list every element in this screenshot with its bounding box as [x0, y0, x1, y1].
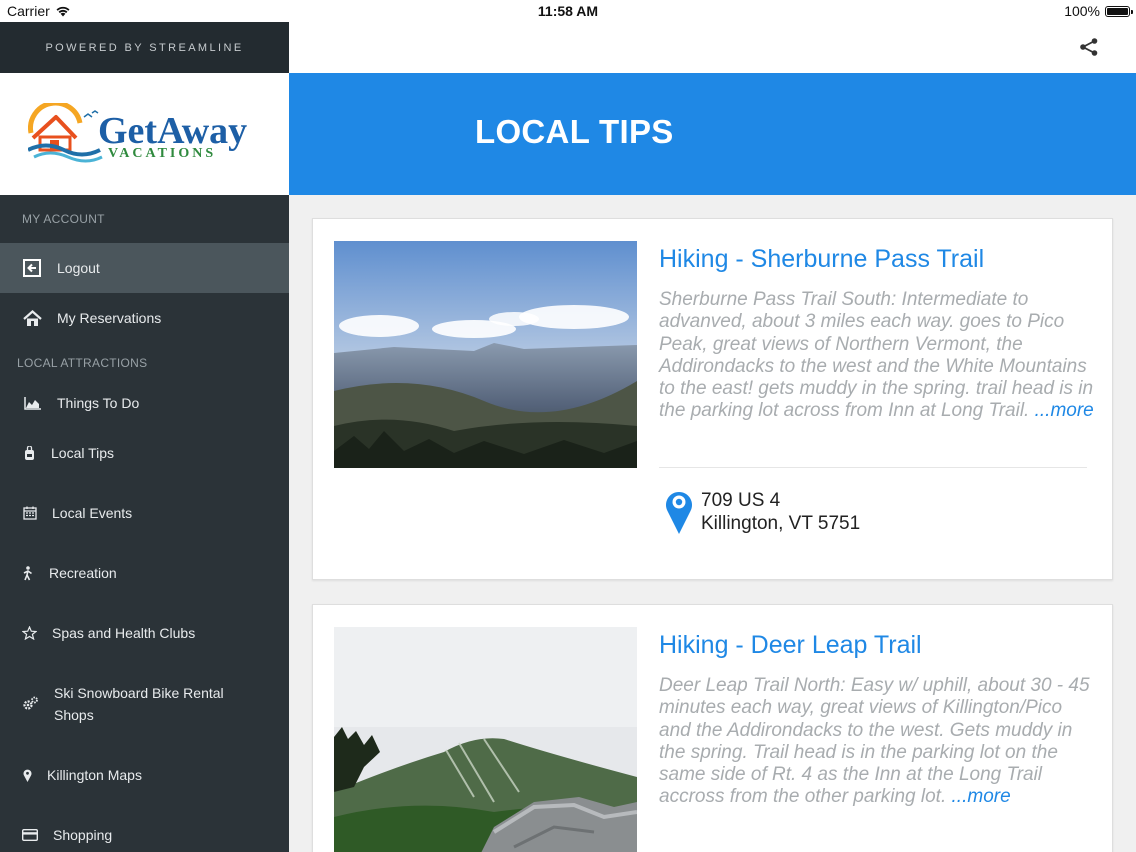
tip-card[interactable]: Hiking - Sherburne Pass Trail Sherburne …: [312, 218, 1113, 580]
share-button[interactable]: [1079, 37, 1099, 62]
page-header: LOCAL TIPS: [289, 73, 1136, 195]
logout-icon: [22, 258, 42, 278]
sidebar-item-label: Spas and Health Clubs: [52, 625, 196, 641]
battery-indicator: 100%: [1064, 3, 1133, 19]
sidebar-item-killington-maps[interactable]: Killington Maps: [0, 745, 289, 805]
clock: 11:58 AM: [537, 3, 599, 19]
more-link[interactable]: ...more: [1035, 400, 1094, 421]
sidebar-item-label: Things To Do: [57, 395, 140, 411]
sidebar-item-local-tips[interactable]: Local Tips: [0, 423, 289, 483]
sidebar-item-shopping[interactable]: Shopping: [0, 805, 289, 852]
share-icon: [1080, 38, 1098, 56]
more-link[interactable]: ...more: [952, 786, 1011, 807]
location-pin-icon: [666, 491, 692, 534]
walking-person-icon: [22, 563, 34, 583]
tip-description: Sherburne Pass Trail South: Intermediate…: [659, 289, 1094, 422]
svg-text:VACATIONS: VACATIONS: [108, 146, 216, 161]
getaway-logo-icon: GetAway VACATIONS: [28, 103, 247, 163]
sidebar-item-my-reservations[interactable]: My Reservations: [0, 293, 289, 343]
sidebar: POWERED BY STREAMLINE GetAway VACATIONS …: [0, 22, 289, 852]
calendar-icon: [22, 503, 37, 523]
sidebar-item-label: Ski Snowboard Bike Rental Shops: [54, 685, 224, 723]
tip-title[interactable]: Hiking - Sherburne Pass Trail: [659, 245, 984, 274]
status-bar: Carrier 11:58 AM 100%: [0, 0, 1136, 22]
sidebar-item-label: Recreation: [49, 565, 117, 581]
sidebar-item-label: Local Tips: [51, 445, 115, 461]
section-label-local-attractions: LOCAL ATTRACTIONS: [17, 356, 148, 370]
gears-icon: [22, 694, 39, 714]
home-icon: [22, 308, 42, 328]
top-app-bar: [289, 22, 1136, 73]
tip-address[interactable]: 709 US 4 Killington, VT 5751: [665, 489, 860, 535]
tip-title[interactable]: Hiking - Deer Leap Trail: [659, 631, 922, 660]
sidebar-item-spas-and-health-clubs[interactable]: Spas and Health Clubs: [0, 603, 289, 663]
sidebar-item-ski-snowboard-bike-rental-shops[interactable]: Ski Snowboard Bike Rental Shops: [0, 663, 289, 745]
tip-card[interactable]: Hiking - Deer Leap Trail Deer Leap Trail…: [312, 604, 1113, 852]
card-divider: [659, 467, 1087, 468]
sidebar-item-label: Local Events: [52, 505, 133, 521]
tip-photo[interactable]: [334, 627, 637, 852]
powered-by-banner: POWERED BY STREAMLINE: [0, 22, 289, 73]
sidebar-item-things-to-do[interactable]: Things To Do: [0, 383, 289, 423]
sidebar-item-label: Logout: [57, 260, 100, 276]
address-line-1: 709 US 4: [701, 490, 781, 511]
star-icon: [22, 623, 37, 643]
credit-card-icon: [22, 825, 38, 845]
sidebar-item-recreation[interactable]: Recreation: [0, 543, 289, 603]
area-chart-icon: [22, 393, 42, 413]
backpack-icon: [22, 443, 36, 463]
tip-description: Deer Leap Trail North: Easy w/ uphill, a…: [659, 675, 1090, 808]
tip-photo[interactable]: [334, 241, 637, 468]
sidebar-item-local-events[interactable]: Local Events: [0, 483, 289, 543]
battery-icon: [1105, 5, 1133, 17]
section-label-my-account: MY ACCOUNT: [22, 212, 105, 226]
map-pin-icon: [22, 765, 32, 785]
sidebar-item-label: Shopping: [53, 827, 113, 843]
sidebar-item-logout[interactable]: Logout: [0, 243, 289, 293]
battery-percent: 100%: [1064, 3, 1100, 19]
brand-logo: GetAway VACATIONS: [0, 73, 289, 195]
sidebar-item-label: Killington Maps: [47, 767, 142, 783]
page-title: LOCAL TIPS: [475, 113, 674, 150]
sidebar-item-label: My Reservations: [57, 310, 162, 326]
address-line-2: Killington, VT 5751: [701, 513, 861, 534]
